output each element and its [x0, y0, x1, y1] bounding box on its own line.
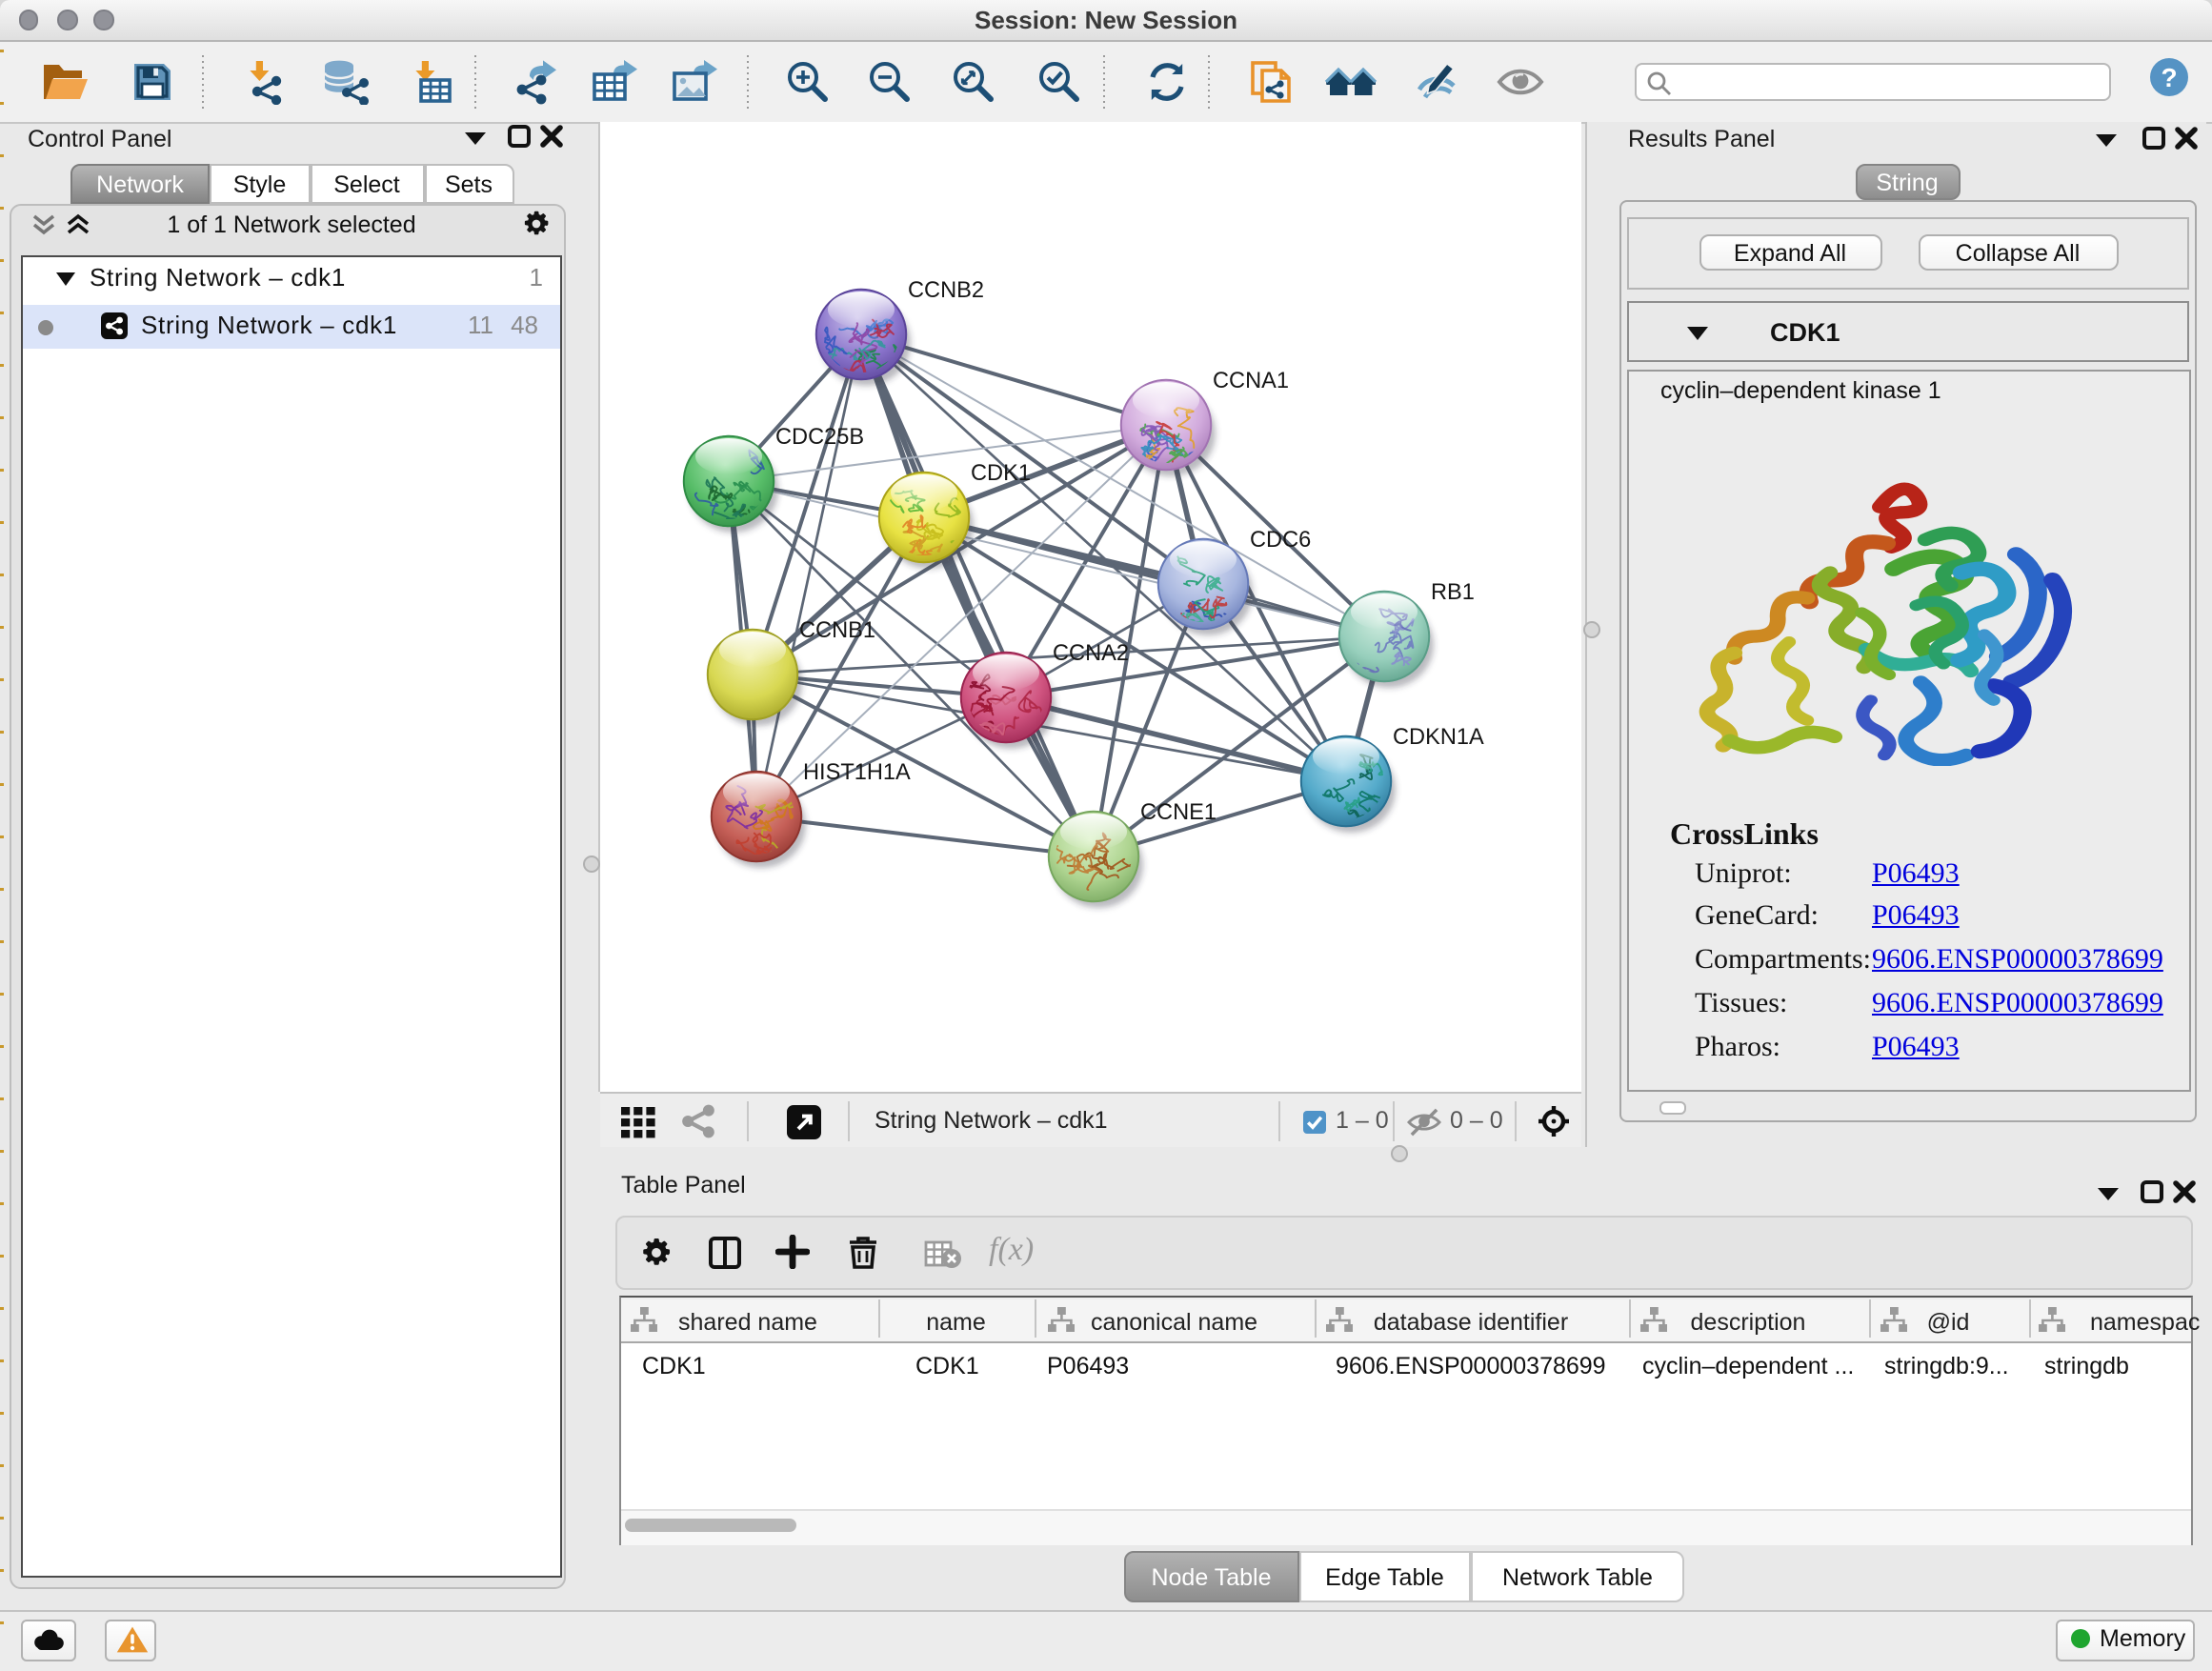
svg-text:CCNA1: CCNA1 [1213, 369, 1289, 393]
svg-text:?: ? [2161, 63, 2177, 92]
svg-text:CDC6: CDC6 [1250, 528, 1311, 553]
svg-text:RB1: RB1 [1431, 580, 1475, 605]
svg-text:CCNB1: CCNB1 [799, 618, 875, 643]
svg-text:CDC25B: CDC25B [775, 425, 864, 450]
svg-text:CCNB2: CCNB2 [908, 278, 984, 303]
svg-text:CCNA2: CCNA2 [1053, 641, 1129, 666]
svg-text:CCNE1: CCNE1 [1140, 800, 1217, 825]
svg-text:HIST1H1A: HIST1H1A [803, 760, 911, 785]
svg-text:CDK1: CDK1 [971, 461, 1031, 486]
svg-text:CDKN1A: CDKN1A [1393, 725, 1484, 750]
